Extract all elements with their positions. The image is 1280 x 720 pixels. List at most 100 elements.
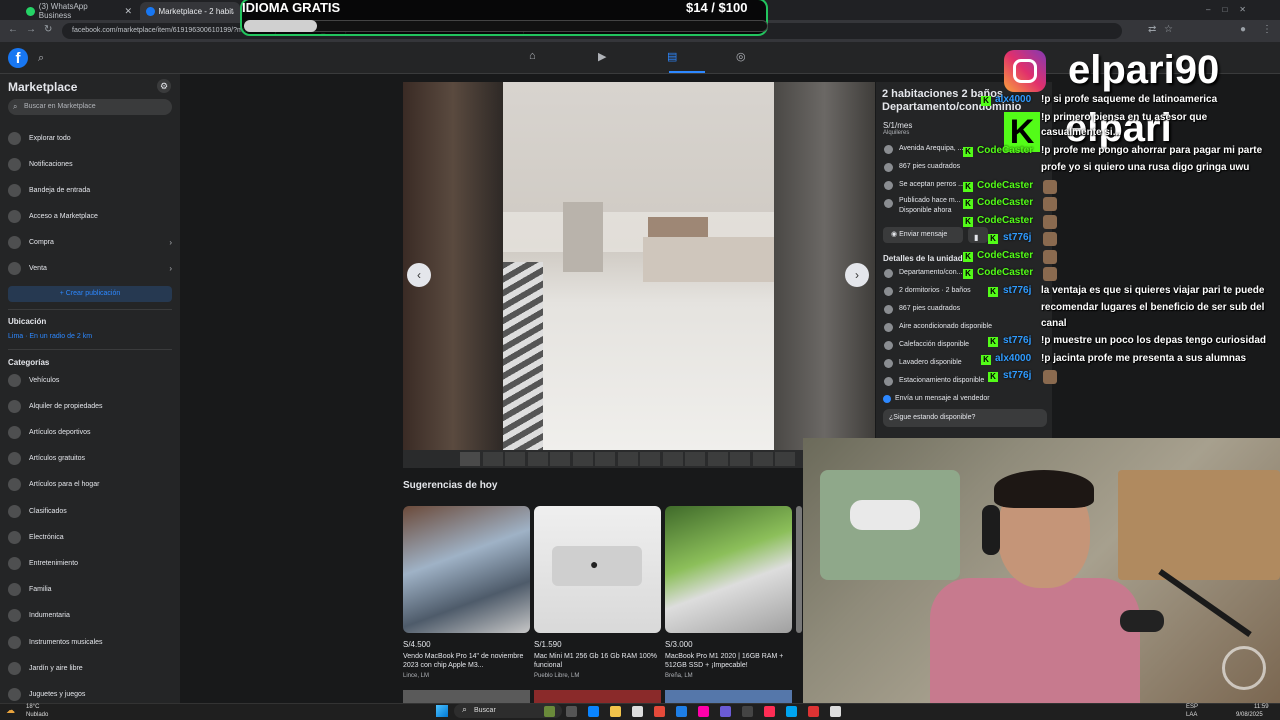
gaming-icon[interactable]: ◎ (736, 50, 746, 63)
send-message-button[interactable]: ◉ Enviar mensaje (883, 227, 963, 243)
gallery-thumbnail[interactable] (685, 452, 705, 466)
close-icon[interactable]: ✕ (124, 6, 132, 17)
product-image[interactable] (403, 506, 530, 633)
language-indicator[interactable]: ESP (1186, 704, 1198, 710)
save-button[interactable]: ▮ (968, 227, 988, 243)
product-image[interactable] (534, 690, 661, 703)
product-title[interactable]: MacBook Pro M1 2020 | 16GB RAM + 512GB S… (665, 652, 792, 670)
sidebar-category-item[interactable]: Juguetes y juegos (8, 685, 172, 703)
app-icon[interactable] (830, 706, 841, 717)
marketplace-icon[interactable]: ▤ (667, 50, 677, 63)
sidebar-item-bandeja[interactable]: Bandeja de entrada (8, 181, 172, 199)
sidebar-item-notificaciones[interactable]: Notificaciones (8, 155, 172, 173)
chat-username[interactable]: CodeCaster (977, 197, 1033, 208)
obs-icon[interactable] (720, 706, 731, 717)
menu-icon[interactable]: ⋮ (1262, 24, 1272, 35)
chat-username[interactable]: CodeCaster (977, 267, 1033, 278)
windows-start-icon[interactable] (436, 705, 448, 717)
video-icon[interactable]: ▶ (598, 50, 606, 63)
product-image[interactable] (665, 506, 792, 633)
sidebar-category-item[interactable]: Vehículos (8, 371, 172, 389)
gallery-thumbnail[interactable] (572, 452, 593, 466)
message-input[interactable]: ¿Sigue estando disponible? (883, 409, 1047, 427)
gallery-thumbnail[interactable] (707, 452, 728, 466)
product-title[interactable]: Vendo MacBook Pro 14" de noviembre 2023 … (403, 652, 530, 670)
listing-address: Avenida Arequipa, ... (899, 145, 964, 152)
back-icon[interactable]: ← (8, 24, 18, 35)
edge-icon[interactable] (588, 706, 599, 717)
sidebar-category-item[interactable]: Jardín y aire libre (8, 659, 172, 677)
sidebar-category-item[interactable]: Artículos gratuitos (8, 450, 172, 468)
product-image[interactable]: ● (534, 506, 661, 633)
reload-icon[interactable]: ↻ (44, 24, 52, 35)
sidebar-category-item[interactable]: Artículos deportivos (8, 423, 172, 441)
chat-username[interactable]: st776j (1003, 232, 1031, 243)
profile-avatar[interactable]: ● (1240, 24, 1246, 35)
gear-icon[interactable]: ⚙ (157, 79, 171, 93)
search-input[interactable]: Buscar en Marketplace (8, 99, 172, 115)
chat-username[interactable]: st776j (1003, 370, 1031, 381)
gallery-thumbnail[interactable] (662, 452, 683, 466)
product-image[interactable] (665, 690, 792, 703)
word-icon[interactable] (676, 706, 687, 717)
store-icon[interactable] (632, 706, 643, 717)
widget-icon[interactable] (544, 706, 555, 717)
gallery-thumbnail[interactable] (595, 452, 615, 466)
chat-username[interactable]: alx4000 (995, 94, 1031, 105)
location-link[interactable]: Lima · En un radio de 2 km (8, 333, 92, 340)
gallery-thumbnail[interactable] (752, 452, 773, 466)
chat-username[interactable]: st776j (1003, 285, 1031, 296)
terminal-icon[interactable] (742, 706, 753, 717)
star-icon[interactable]: ☆ (1164, 24, 1173, 35)
chat-username[interactable]: CodeCaster (977, 180, 1033, 191)
sidebar-category-item[interactable]: Instrumentos musicales (8, 633, 172, 651)
next-photo-button[interactable]: › (845, 263, 869, 287)
product-image[interactable] (796, 506, 802, 633)
tab-whatsapp[interactable]: (3) WhatsApp Business ✕ (20, 2, 138, 20)
sidebar-category-item[interactable]: Electrónica (8, 528, 172, 546)
sidebar-category-item[interactable]: Indumentaria (8, 607, 172, 625)
chrome-icon[interactable] (654, 706, 665, 717)
facebook-logo[interactable]: f (8, 48, 28, 68)
sidebar-category-item[interactable]: Clasificados (8, 502, 172, 520)
sidebar-item-acceso[interactable]: Acceso a Marketplace (8, 207, 172, 225)
gallery-thumbnail[interactable] (482, 452, 503, 466)
tiktok-icon[interactable] (764, 706, 775, 717)
acrobat-icon[interactable] (808, 706, 819, 717)
gallery-thumbnail[interactable] (505, 452, 525, 466)
sidebar-category-item[interactable]: Entretenimiento (8, 554, 172, 572)
forward-icon[interactable]: → (26, 24, 36, 35)
product-image[interactable] (403, 690, 530, 703)
explorer-icon[interactable] (610, 706, 621, 717)
gallery-thumbnail[interactable] (730, 452, 750, 466)
gallery-thumbnail[interactable] (460, 452, 480, 466)
gallery-thumbnail[interactable] (550, 452, 570, 466)
create-listing-button[interactable]: + Crear publicación (8, 286, 172, 302)
sidebar-category-item[interactable]: Alquiler de propiedades (8, 397, 172, 415)
chat-username[interactable]: CodeCaster (977, 145, 1033, 156)
sidebar-category-item[interactable]: Familia (8, 581, 172, 599)
keyboard-layout[interactable]: LAA (1186, 712, 1197, 718)
search-icon[interactable]: ⌕ (38, 52, 44, 65)
previous-photo-button[interactable]: ‹ (407, 263, 431, 287)
chat-username[interactable]: CodeCaster (977, 250, 1033, 261)
gallery-thumbnail[interactable] (527, 452, 548, 466)
taskview-icon[interactable] (566, 706, 577, 717)
sidebar-item-venta[interactable]: Venta › (8, 259, 172, 277)
window-controls[interactable]: –□✕ (1206, 5, 1258, 14)
chat-username[interactable]: st776j (1003, 335, 1031, 346)
chat-username[interactable]: CodeCaster (977, 215, 1033, 226)
sidebar-category-item[interactable]: Artículos para el hogar (8, 476, 172, 494)
gallery-thumbnail[interactable] (640, 452, 660, 466)
sidebar-item-compra[interactable]: Compra › (8, 233, 172, 251)
product-title[interactable]: Mac Mini M1 256 Gb 16 Gb RAM 100% funcio… (534, 652, 661, 670)
gallery-thumbnail[interactable] (775, 452, 795, 466)
sidebar-item-explorar[interactable]: Explorar todo (8, 129, 172, 147)
chat-username[interactable]: alx4000 (995, 353, 1031, 364)
home-icon[interactable]: ⌂ (529, 50, 536, 62)
teams-icon[interactable] (786, 706, 797, 717)
tab-marketplace[interactable]: Marketplace - 2 habitaciones 2 (140, 2, 240, 20)
gallery-thumbnail[interactable] (617, 452, 638, 466)
app-icon[interactable] (698, 706, 709, 717)
translate-icon[interactable]: ⇄ (1148, 24, 1156, 35)
